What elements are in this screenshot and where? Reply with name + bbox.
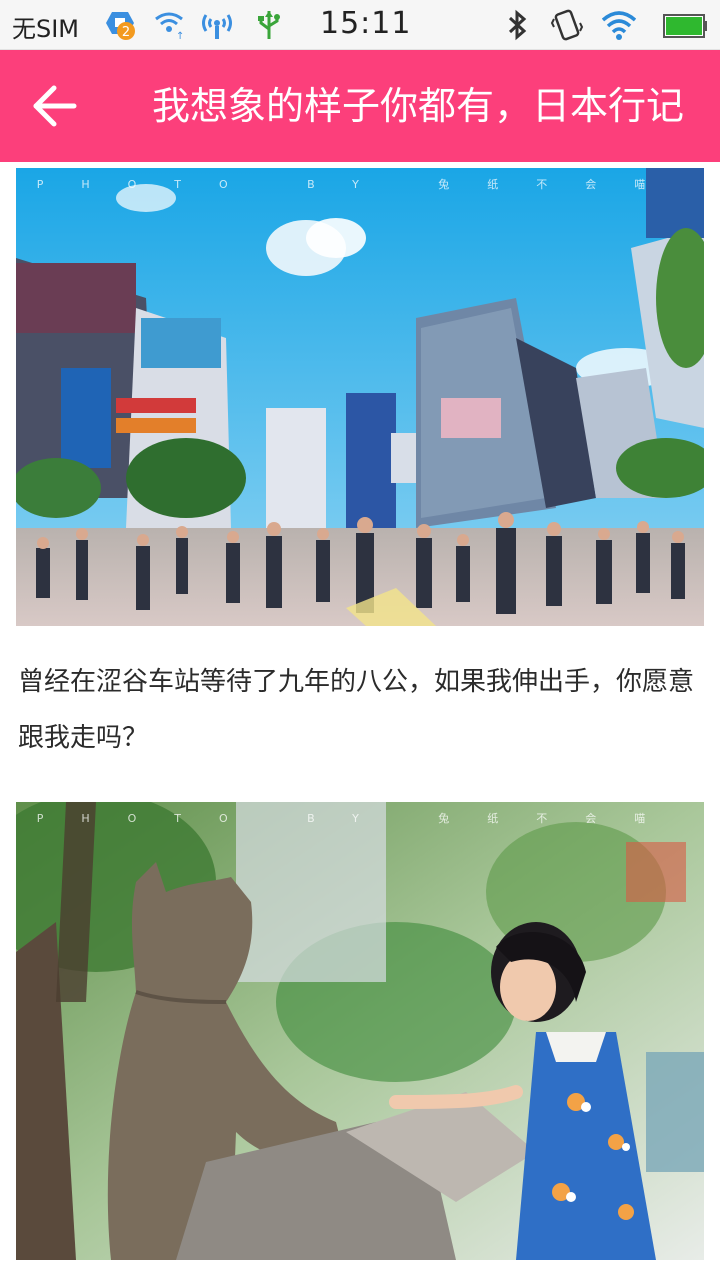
photo-watermark: PHOTO BY 兔纸不会喵 — [36, 178, 684, 191]
article-content: PHOTO BY 兔纸不会喵 曾经在涩谷车站等待了九年的八公，如果我伸出手，你愿… — [0, 162, 720, 1280]
battery-icon — [663, 14, 707, 38]
bluetooth-icon — [508, 9, 527, 41]
article-paragraph: 曾经在涩谷车站等待了九年的八公，如果我伸出手，你愿意跟我走吗？ — [18, 667, 695, 753]
status-bar: 无SIM 2 ↑ 15:11 — [0, 0, 720, 50]
app-bar: 我想象的样子你都有，日本行记 — [0, 50, 720, 162]
wifi-signal-icon — [202, 14, 232, 39]
svg-text:↑: ↑ — [176, 31, 184, 41]
photo-watermark: PHOTO BY 兔纸不会喵 — [36, 812, 684, 825]
shibuya-crossing-photo[interactable]: PHOTO BY 兔纸不会喵 — [16, 168, 704, 626]
usb-icon — [258, 11, 280, 39]
notification-badge-icon: 2 — [106, 12, 135, 40]
page-title: 我想象的样子你都有，日本行记 — [152, 84, 685, 128]
carrier-label: 无SIM — [12, 15, 80, 43]
wifi-hotspot-icon: ↑ — [155, 12, 184, 41]
vibrate-icon — [550, 9, 584, 41]
notification-count: 2 — [122, 25, 130, 40]
back-arrow-icon[interactable] — [28, 78, 84, 134]
clock: 15:11 — [320, 6, 412, 41]
hachiko-statue-photo[interactable]: PHOTO BY 兔纸不会喵 — [16, 802, 704, 1260]
wifi-icon — [602, 11, 636, 40]
